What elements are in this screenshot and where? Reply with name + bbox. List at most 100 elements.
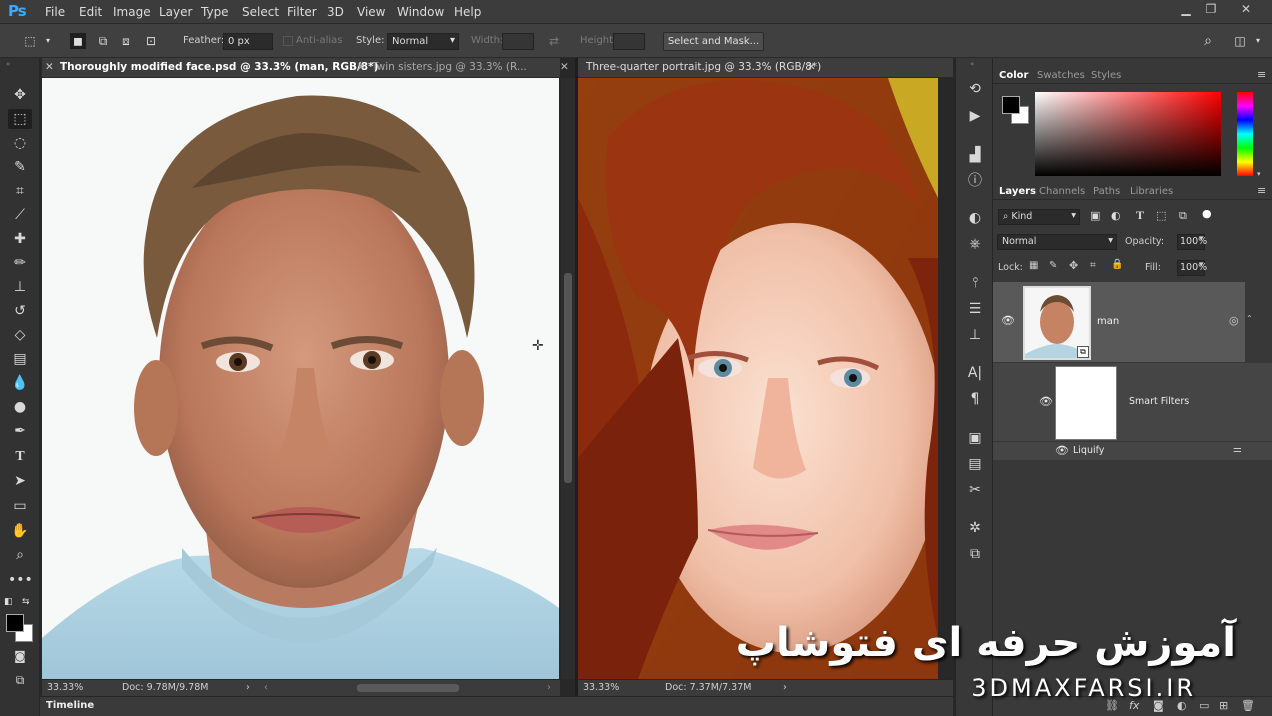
blur-tool-icon[interactable]: 💧 [8,373,32,393]
3d-icon[interactable]: ✲ [964,517,986,539]
menu-image[interactable]: Image [113,5,151,19]
tab-libraries[interactable]: Libraries [1130,186,1173,197]
tab-styles[interactable]: Styles [1091,70,1121,81]
menu-file[interactable]: File [45,5,65,19]
filter-pixel-icon[interactable]: ▣ [1090,209,1100,222]
tab-close-icon[interactable]: ✕ [807,61,816,73]
canvas-woman-portrait[interactable] [578,78,938,679]
navigator-icon[interactable]: ⎈ [964,233,986,255]
filter-row-liquify[interactable]: 👁 Liquify ⚌ [993,442,1272,460]
menu-select[interactable]: Select [242,5,279,19]
properties-icon[interactable]: ⧉ [964,543,986,565]
width-input[interactable] [502,33,534,50]
hue-slider[interactable] [1237,92,1253,176]
chevron-left-icon[interactable]: ‹ [264,682,268,693]
layer-comps-icon[interactable]: ▣ [964,427,986,449]
collapse-icon[interactable]: » [6,60,10,68]
history-icon[interactable]: ⟲ [964,78,986,100]
chevron-right-icon[interactable]: › [547,682,551,693]
menu-layer[interactable]: Layer [159,5,192,19]
select-and-mask-button[interactable]: Select and Mask... [663,32,764,51]
menu-view[interactable]: View [357,5,385,19]
tab-paths[interactable]: Paths [1093,186,1120,197]
filter-type-icon[interactable]: T [1136,208,1144,223]
canvas-man-portrait[interactable]: ✛ [42,78,559,679]
panel-menu-icon[interactable]: ≡ [1257,68,1266,81]
visibility-eye-icon[interactable]: 👁 [1001,314,1015,327]
paragraph-icon[interactable]: ¶ [964,388,986,410]
filter-adjustment-icon[interactable]: ◐ [1111,209,1121,222]
intersect-selection-icon[interactable]: ⊡ [143,33,159,49]
screen-mode-icon[interactable]: ⧉ [8,670,32,690]
rectangle-tool-icon[interactable]: ▭ [8,496,32,516]
actions-play-icon[interactable]: ▶ [964,105,986,127]
menu-window[interactable]: Window [397,5,444,19]
notes-icon[interactable]: ▤ [964,453,986,475]
clone-stamp-tool-icon[interactable]: ⊥ [8,277,32,297]
info-icon[interactable]: ⓘ [964,170,986,192]
scrollbar-thumb[interactable] [564,273,572,483]
eyedropper-tool-icon[interactable]: ⟋ [8,205,32,225]
collapse-icon[interactable]: « [970,60,974,68]
filter-toggle-icon[interactable]: ● [1202,207,1212,220]
lock-image-icon[interactable]: ✎ [1049,260,1057,271]
marquee-tool-icon[interactable]: ⬚ [8,109,32,129]
menu-filter[interactable]: Filter [287,5,317,19]
tab-color[interactable]: Color [999,70,1028,81]
foreground-color-swatch[interactable] [6,614,24,632]
menu-type[interactable]: Type [201,5,229,19]
tab-channels[interactable]: Channels [1039,186,1085,197]
eraser-tool-icon[interactable]: ◇ [8,325,32,345]
filter-shape-icon[interactable]: ⬚ [1156,209,1166,222]
document-scrollbar[interactable] [561,78,575,679]
subtract-selection-icon[interactable]: ⧈ [118,33,134,49]
history-brush-tool-icon[interactable]: ↺ [8,301,32,321]
crop-tool-icon[interactable]: ⌗ [8,181,32,201]
filter-kind-select[interactable]: ⌕ Kind ▾ [998,209,1080,225]
smart-filters-row[interactable]: 👁 Smart Filters [993,363,1272,441]
add-selection-icon[interactable]: ⧉ [95,33,111,49]
tab-swatches[interactable]: Swatches [1037,70,1085,81]
height-input[interactable] [613,33,645,50]
pen-tool-icon[interactable]: ✒ [8,421,32,441]
more-tools-icon[interactable]: ••• [8,570,33,590]
swap-colors-icon[interactable]: ⇆ [22,597,30,607]
histogram-icon[interactable]: ▟ [964,144,986,166]
tab-close-icon[interactable]: ✕ [560,61,569,73]
tab-thoroughly-modified-face[interactable]: Thoroughly modified face.psd @ 33.3% (ma… [60,61,378,73]
menu-3d[interactable]: 3D [327,5,344,19]
filter-name[interactable]: Liquify [1073,445,1104,456]
quick-select-tool-icon[interactable]: ✎ [8,157,32,177]
antialias-checkbox[interactable] [283,36,293,46]
brush-tool-icon[interactable]: ✏ [8,253,32,273]
adjustments-icon[interactable]: ◐ [964,207,986,229]
zoom-level[interactable]: 33.33% [583,682,619,693]
marquee-preset-icon[interactable]: ⬚ [22,33,38,49]
smart-filter-icon[interactable]: ◎ [1229,314,1239,327]
dodge-tool-icon[interactable]: ● [8,397,32,417]
brush-settings-icon[interactable]: ☰ [964,298,986,320]
tool-presets-icon[interactable]: ✂ [964,479,986,501]
layer-name[interactable]: man [1097,316,1119,327]
default-colors-icon[interactable]: ◧ [4,597,13,607]
chevron-up-icon[interactable]: ⌃ [1246,314,1253,323]
panel-menu-icon[interactable]: ≡ [1257,184,1266,197]
lock-artboard-icon[interactable]: ⌗ [1090,260,1096,271]
chevron-down-icon[interactable]: ▾ [1250,33,1266,49]
character-icon[interactable]: A| [964,362,986,384]
horizontal-scrollbar-thumb[interactable] [357,684,459,692]
move-tool-icon[interactable]: ✥ [8,85,32,105]
tab-layers[interactable]: Layers [999,186,1036,197]
tab-twin-sisters[interactable]: Twin sisters.jpg @ 33.3% (R... [372,61,527,73]
lock-position-icon[interactable]: ✥ [1069,259,1078,272]
minimize-icon[interactable]: ▁ [1175,2,1197,20]
tab-close-icon[interactable]: ✕ [357,61,366,73]
healing-brush-tool-icon[interactable]: ✚ [8,229,32,249]
style-select[interactable]: Normal ▾ [387,33,459,50]
timeline-panel-tab[interactable]: Timeline [40,696,953,716]
tab-close-icon[interactable]: ✕ [45,61,54,73]
chevron-down-icon[interactable]: ▾ [40,33,56,49]
foreground-color-swatch[interactable] [1002,96,1020,114]
feather-input[interactable]: 0 px [223,33,273,50]
lasso-tool-icon[interactable]: ◌ [8,133,32,153]
